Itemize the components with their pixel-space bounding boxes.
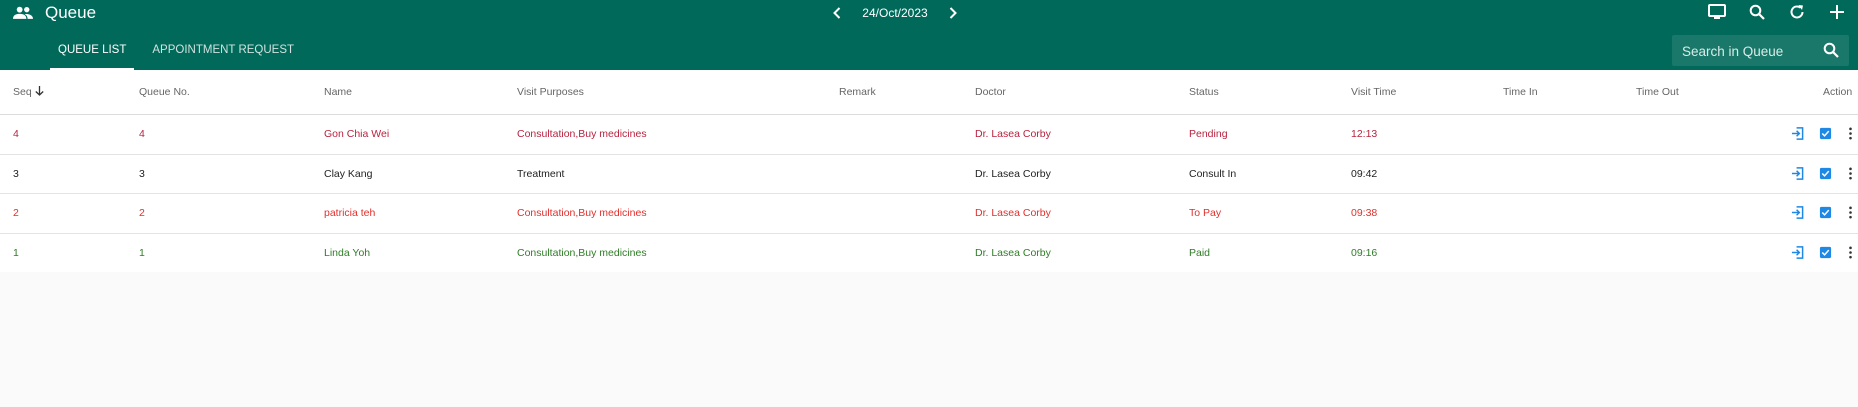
cell-name: patricia teh — [324, 207, 376, 219]
add-button[interactable] — [1828, 3, 1846, 21]
cell-seq: 1 — [13, 246, 19, 259]
cell-doctor: Dr. Lasea Corby — [975, 128, 1051, 140]
more-vert-icon[interactable] — [1848, 206, 1853, 219]
cell-status: Pending — [1189, 128, 1228, 140]
column-doctor[interactable]: Doctor — [975, 86, 1006, 98]
column-time-in[interactable]: Time In — [1503, 86, 1538, 98]
search-icon — [1749, 4, 1765, 20]
cell-doctor: Dr. Lasea Corby — [975, 167, 1051, 180]
search-button[interactable] — [1748, 3, 1766, 21]
more-vert-icon[interactable] — [1848, 246, 1853, 259]
cell-status: Consult In — [1189, 167, 1237, 180]
chevron-right-icon — [949, 7, 957, 19]
chevron-left-icon — [833, 7, 841, 19]
login-icon[interactable] — [1791, 206, 1804, 219]
empty-area — [0, 272, 1858, 407]
cell-queue-no: 2 — [139, 207, 145, 219]
people-icon — [13, 6, 33, 19]
cell-seq: 3 — [13, 167, 19, 180]
cell-seq: 4 — [13, 128, 19, 140]
checkbox-checked-icon[interactable] — [1819, 246, 1832, 259]
column-queue-no[interactable]: Queue No. — [139, 86, 190, 98]
cell-visit-time: 09:42 — [1351, 167, 1378, 180]
column-status[interactable]: Status — [1189, 86, 1219, 98]
next-date-button[interactable] — [946, 5, 960, 21]
cell-visit-time: 09:16 — [1351, 246, 1378, 259]
display-button[interactable] — [1708, 3, 1726, 21]
column-time-out[interactable]: Time Out — [1636, 86, 1679, 98]
cell-visit-purposes: Treatment — [517, 167, 565, 180]
cell-name: Clay Kang — [324, 167, 373, 180]
current-date[interactable]: 24/Oct/2023 — [862, 6, 927, 20]
queue-search-box — [1672, 35, 1849, 66]
queue-table: Seq Queue No. Name Visit Purposes Remark… — [0, 70, 1858, 273]
tab-appointment-request[interactable]: APPOINTMENT REQUEST — [152, 34, 294, 70]
cell-visit-time: 09:38 — [1351, 207, 1378, 219]
table-header: Seq Queue No. Name Visit Purposes Remark… — [0, 70, 1858, 115]
cell-queue-no: 1 — [139, 246, 145, 259]
login-icon[interactable] — [1791, 127, 1804, 140]
prev-date-button[interactable] — [830, 5, 844, 21]
cell-seq: 2 — [13, 207, 19, 219]
toolbar-icons — [1708, 3, 1846, 21]
cell-name: Linda Yoh — [324, 246, 371, 259]
table-row[interactable]: 1 1 Linda Yoh Consultation,Buy medicines… — [0, 234, 1858, 273]
cell-status: Paid — [1189, 246, 1211, 259]
column-remark[interactable]: Remark — [839, 86, 876, 98]
column-action: Action — [1823, 86, 1853, 98]
date-navigator: 24/Oct/2023 — [830, 4, 960, 22]
column-name[interactable]: Name — [324, 86, 352, 98]
table-row[interactable]: 2 2 patricia teh Consultation,Buy medici… — [0, 194, 1858, 234]
column-visit-purposes[interactable]: Visit Purposes — [517, 86, 584, 98]
cell-queue-no: 4 — [139, 128, 145, 140]
cell-visit-purposes: Consultation,Buy medicines — [517, 207, 647, 219]
cell-visit-purposes: Consultation,Buy medicines — [517, 246, 647, 259]
page-title: Queue — [45, 3, 97, 22]
table-body: 4 4 Gon Chia Wei Consultation,Buy medici… — [0, 115, 1858, 273]
cell-status: To Pay — [1189, 207, 1222, 219]
arrow-down-icon — [34, 86, 44, 96]
refresh-button[interactable] — [1788, 3, 1806, 21]
search-input[interactable] — [1682, 41, 1812, 61]
search-icon[interactable] — [1823, 42, 1839, 58]
cell-visit-purposes: Consultation,Buy medicines — [517, 128, 647, 140]
cell-queue-no: 3 — [139, 167, 145, 180]
cell-visit-time: 12:13 — [1351, 128, 1378, 140]
tab-bar: QUEUE LIST APPOINTMENT REQUEST — [50, 34, 312, 70]
refresh-icon — [1790, 5, 1804, 19]
app-bar: Queue 24/Oct/2023 QUEUE LIST APPOINTMENT… — [0, 0, 1858, 70]
monitor-icon — [1708, 4, 1726, 19]
checkbox-checked-icon[interactable] — [1819, 127, 1832, 140]
cell-name: Gon Chia Wei — [324, 128, 390, 140]
more-vert-icon[interactable] — [1848, 127, 1853, 140]
tab-queue-list[interactable]: QUEUE LIST — [50, 34, 135, 70]
login-icon[interactable] — [1791, 166, 1804, 180]
add-icon — [1830, 5, 1844, 19]
table-row[interactable]: 3 3 Clay Kang Treatment Dr. Lasea Corby … — [0, 155, 1858, 194]
column-seq[interactable]: Seq — [13, 86, 44, 98]
table-row[interactable]: 4 4 Gon Chia Wei Consultation,Buy medici… — [0, 115, 1858, 155]
column-visit-time[interactable]: Visit Time — [1351, 86, 1396, 98]
login-icon[interactable] — [1791, 245, 1804, 259]
more-vert-icon[interactable] — [1848, 167, 1853, 180]
cell-doctor: Dr. Lasea Corby — [975, 246, 1051, 259]
checkbox-checked-icon[interactable] — [1819, 167, 1832, 180]
cell-doctor: Dr. Lasea Corby — [975, 207, 1051, 219]
checkbox-checked-icon[interactable] — [1819, 206, 1832, 219]
